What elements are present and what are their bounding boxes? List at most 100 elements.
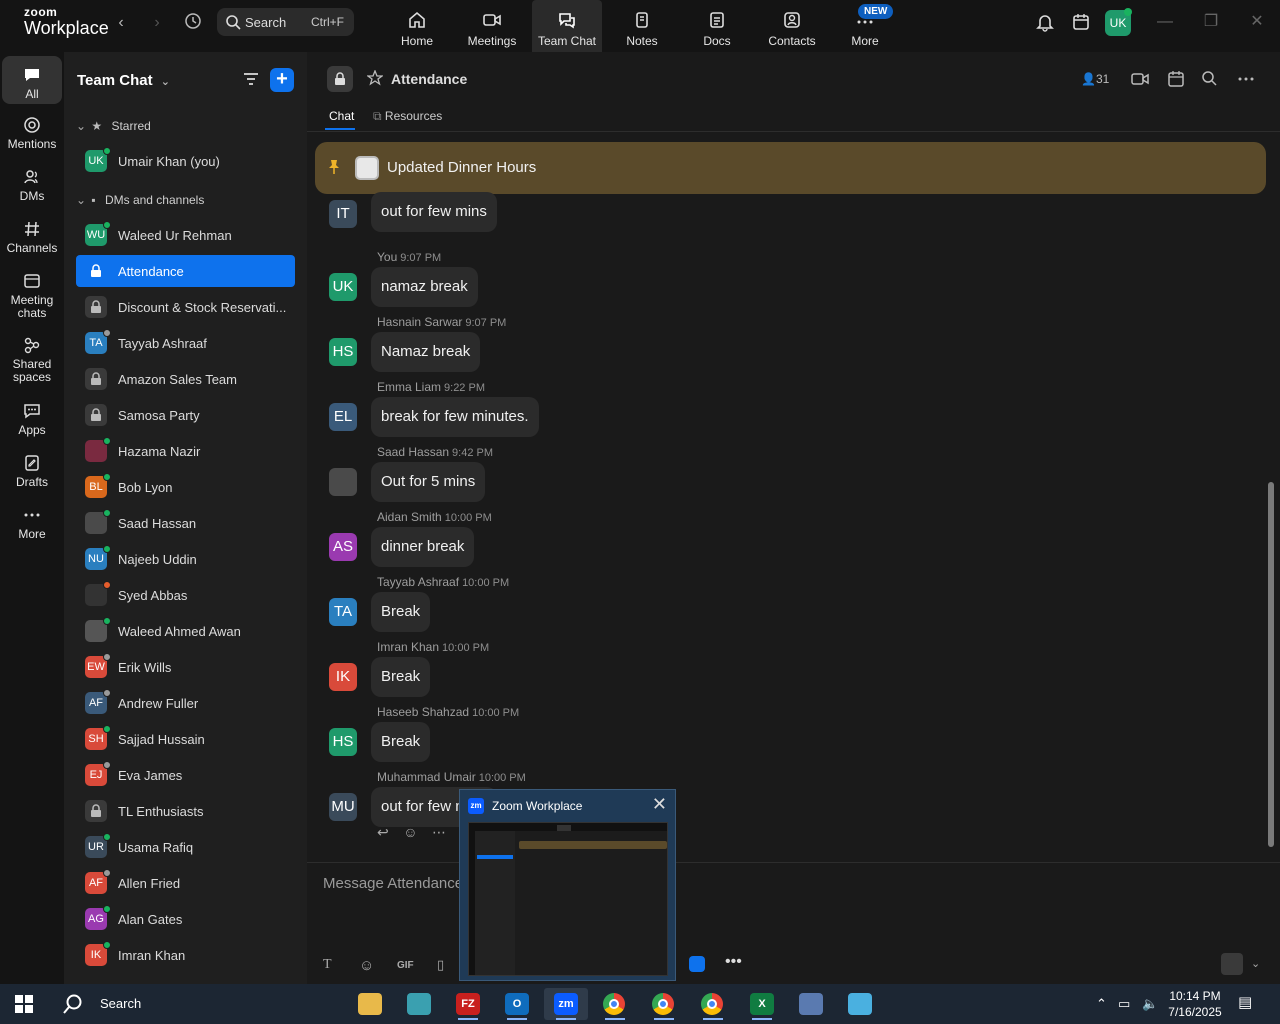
sender-name[interactable]: You: [377, 250, 397, 264]
sidebar-item-amazon-sales-team[interactable]: Amazon Sales Team: [76, 363, 295, 395]
more-actions-icon[interactable]: ⋯: [432, 824, 446, 840]
message-item[interactable]: Saad Hassan 9:42 PM Out for 5 mins: [307, 445, 1007, 505]
taskbar-preview-popup[interactable]: zm Zoom Workplace ✕: [459, 789, 676, 981]
sidebar-item-syed-abbas[interactable]: Syed Abbas: [76, 579, 295, 611]
more-options-icon[interactable]: [1237, 70, 1257, 90]
message-item[interactable]: HS Hasnain Sarwar 9:07 PM Namaz break: [307, 315, 1007, 375]
sidebar-title[interactable]: Team Chat ⌄: [77, 72, 170, 89]
windows-start-icon[interactable]: [14, 994, 34, 1019]
avatar[interactable]: IT: [329, 200, 357, 228]
message-bubble[interactable]: break for few minutes.: [371, 397, 539, 437]
message-bubble[interactable]: namaz break: [371, 267, 478, 307]
sender-name[interactable]: Hasnain Sarwar: [377, 315, 462, 329]
starred-section-header[interactable]: ⌄ ★ Starred: [76, 119, 151, 133]
tab-chat[interactable]: Chat: [329, 109, 354, 123]
rail-meeting-chats[interactable]: Meeting chats: [2, 272, 62, 320]
sender-name[interactable]: Tayyab Ashraaf: [377, 575, 459, 589]
file-icon[interactable]: ▯: [437, 957, 444, 973]
message-item[interactable]: IT out for few mins: [307, 180, 1007, 240]
maximize-icon[interactable]: ❐: [1201, 12, 1221, 32]
chevron-up-icon[interactable]: ⌃: [1096, 996, 1107, 1012]
message-bubble[interactable]: dinner break: [371, 527, 475, 567]
sender-name[interactable]: Saad Hassan: [377, 445, 449, 459]
network-icon[interactable]: ▭: [1118, 996, 1130, 1012]
nav-home[interactable]: Home: [382, 0, 452, 52]
sidebar-item-umair-khan[interactable]: UK Umair Khan (you): [76, 145, 295, 177]
sidebar-item-samosa-party[interactable]: Samosa Party: [76, 399, 295, 431]
rail-mentions[interactable]: Mentions: [2, 116, 62, 151]
avatar[interactable]: [329, 468, 357, 496]
sidebar-item-discount-stock-reservati[interactable]: Discount & Stock Reservati...: [76, 291, 295, 323]
back-arrow-icon[interactable]: ‹: [110, 12, 132, 34]
taskbar-app-excel[interactable]: X: [740, 988, 784, 1020]
search-icon[interactable]: [1201, 70, 1221, 90]
taskbar-app-zoom[interactable]: zm: [544, 988, 588, 1020]
message-bubble[interactable]: Break: [371, 722, 431, 762]
message-bubble[interactable]: Namaz break: [371, 332, 481, 372]
sender-name[interactable]: Aidan Smith: [377, 510, 442, 524]
calendar-icon[interactable]: [1167, 70, 1187, 90]
rail-dms[interactable]: DMs: [2, 168, 62, 203]
avatar[interactable]: EL: [329, 403, 357, 431]
avatar[interactable]: HS: [329, 338, 357, 366]
sidebar-item-waleed-ur-rehman[interactable]: WU Waleed Ur Rehman: [76, 219, 295, 251]
message-composer[interactable]: Message Attendance T ☺ GIF ▯ ••• ⌄: [307, 862, 1280, 984]
nav-contacts[interactable]: Contacts: [757, 0, 827, 52]
message-bubble[interactable]: Break: [371, 592, 431, 632]
sender-name[interactable]: Emma Liam: [377, 380, 441, 394]
scrollbar[interactable]: [1267, 132, 1275, 862]
dms-section-header[interactable]: ⌄ ▪ DMs and channels: [76, 193, 204, 207]
taskbar-clock[interactable]: 10:14 PM 7/16/2025: [1160, 988, 1230, 1020]
rail-channels[interactable]: Channels: [2, 220, 62, 255]
star-outline-icon[interactable]: [366, 69, 384, 91]
emoji-icon[interactable]: ☺: [359, 957, 374, 974]
sender-name[interactable]: Imran Khan: [377, 640, 439, 654]
composer-placeholder[interactable]: Message Attendance: [323, 875, 463, 892]
taskbar-app-chrome-1[interactable]: [593, 988, 637, 1020]
message-item[interactable]: EL Emma Liam 9:22 PM break for few minutes.: [307, 380, 1007, 440]
sidebar-item-saad-hassan[interactable]: Saad Hassan: [76, 507, 295, 539]
sidebar-item-tl-enthusiasts[interactable]: TL Enthusiasts: [76, 795, 295, 827]
sidebar-item-alan-gates[interactable]: AG Alan Gates: [76, 903, 295, 935]
emoji-react-icon[interactable]: ☺: [403, 824, 417, 840]
members-count[interactable]: 👤31: [1081, 72, 1109, 86]
filter-icon[interactable]: [242, 70, 262, 90]
message-item[interactable]: TA Tayyab Ashraaf 10:00 PM Break: [307, 575, 1007, 635]
history-icon[interactable]: [182, 12, 204, 34]
sidebar-item-eva-james[interactable]: EJ Eva James: [76, 759, 295, 791]
notification-center-icon[interactable]: ▤: [1238, 993, 1252, 1011]
taskbar-app-filezilla[interactable]: FZ: [446, 988, 490, 1020]
send-button[interactable]: [1221, 953, 1243, 975]
video-call-icon[interactable]: [1131, 70, 1151, 90]
more-tools-icon[interactable]: •••: [725, 953, 742, 971]
rail-all[interactable]: All: [2, 56, 62, 104]
sender-name[interactable]: Haseeb Shahzad: [377, 705, 469, 719]
avatar[interactable]: HS: [329, 728, 357, 756]
preview-close-icon[interactable]: ✕: [652, 794, 667, 815]
sender-name[interactable]: Muhammad Umair: [377, 770, 476, 784]
message-item[interactable]: UK You 9:07 PM namaz break: [307, 250, 1007, 310]
format-text-icon[interactable]: T: [323, 957, 332, 973]
avatar[interactable]: MU: [329, 793, 357, 821]
minimize-icon[interactable]: —: [1155, 12, 1175, 32]
sidebar-item-imran-khan[interactable]: IK Imran Khan: [76, 939, 295, 971]
preview-thumbnail[interactable]: [468, 822, 668, 976]
nav-notes[interactable]: Notes: [607, 0, 677, 52]
taskbar-search[interactable]: Search: [48, 984, 348, 1024]
tab-resources[interactable]: ⧉ Resources: [373, 109, 442, 124]
rail-more[interactable]: More: [2, 506, 62, 541]
sidebar-item-sajjad-hussain[interactable]: SH Sajjad Hussain: [76, 723, 295, 755]
taskbar-app-outlook[interactable]: O: [495, 988, 539, 1020]
sidebar-item-attendance[interactable]: Attendance: [76, 255, 295, 287]
avatar[interactable]: AS: [329, 533, 357, 561]
taskbar-app-calculator[interactable]: [789, 988, 833, 1020]
message-item[interactable]: HS Haseeb Shahzad 10:00 PM Break: [307, 705, 1007, 765]
rail-apps[interactable]: Apps: [2, 402, 62, 437]
close-icon[interactable]: ✕: [1247, 12, 1267, 32]
sidebar-item-tayyab-ashraaf[interactable]: TA Tayyab Ashraaf: [76, 327, 295, 359]
sidebar-item-erik-wills[interactable]: EW Erik Wills: [76, 651, 295, 683]
message-bubble[interactable]: out for few mins: [371, 192, 497, 232]
avatar[interactable]: IK: [329, 663, 357, 691]
new-chat-button[interactable]: +: [270, 68, 294, 92]
taskbar-app-file-explorer[interactable]: [348, 988, 392, 1020]
